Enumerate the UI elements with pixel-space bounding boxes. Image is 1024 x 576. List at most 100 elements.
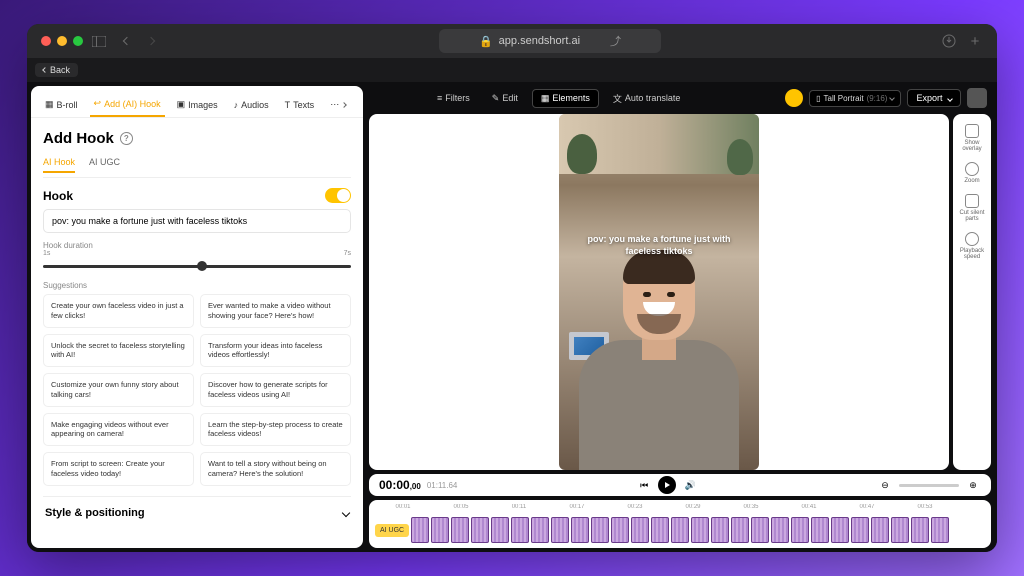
timeline-clip[interactable] bbox=[751, 517, 769, 543]
volume-button[interactable]: 🔊 bbox=[682, 477, 698, 493]
timeline-clip[interactable] bbox=[571, 517, 589, 543]
suggestion-item[interactable]: Transform your ideas into faceless video… bbox=[200, 334, 351, 368]
nav-forward-icon[interactable] bbox=[143, 33, 159, 49]
zoom-in-button[interactable]: ⊕ bbox=[965, 477, 981, 493]
nav-back-icon[interactable] bbox=[119, 33, 135, 49]
tab-add-hook[interactable]: ↩ Add (AI) Hook bbox=[90, 92, 165, 117]
play-icon bbox=[665, 482, 670, 488]
play-button[interactable] bbox=[658, 476, 676, 494]
show-overlay-tool[interactable]: Show overlay bbox=[955, 124, 989, 152]
timeline-clip[interactable] bbox=[511, 517, 529, 543]
auto-translate-button[interactable]: 文 Auto translate bbox=[605, 89, 689, 108]
timeline-clip[interactable] bbox=[851, 517, 869, 543]
toolbar: ≡ Filters ✎ Edit ▦ Elements 文 Auto trans… bbox=[369, 86, 991, 110]
duration-max: 7s bbox=[344, 250, 351, 257]
timeline-clip[interactable] bbox=[631, 517, 649, 543]
timeline-clip[interactable] bbox=[731, 517, 749, 543]
export-button[interactable]: Export bbox=[907, 89, 961, 107]
style-positioning-section[interactable]: Style & positioning bbox=[43, 496, 351, 529]
suggestion-item[interactable]: Customize your own funny story about tal… bbox=[43, 373, 194, 407]
timeline-clip[interactable] bbox=[531, 517, 549, 543]
timeline-clip[interactable] bbox=[591, 517, 609, 543]
timeline: 00:01 00:05 00:11 00:17 00:23 00:29 00:3… bbox=[369, 500, 991, 548]
elements-icon: ▦ bbox=[541, 93, 550, 104]
zoom-out-button[interactable]: ⊖ bbox=[877, 477, 893, 493]
tab-audios[interactable]: ♪ Audios bbox=[230, 92, 273, 117]
sidebar-toggle-icon[interactable] bbox=[91, 33, 107, 49]
hook-input[interactable] bbox=[43, 209, 351, 233]
preview-canvas[interactable]: pov: you make a fortune just with facele… bbox=[559, 114, 759, 470]
help-icon[interactable]: ? bbox=[120, 132, 133, 145]
download-icon[interactable] bbox=[941, 33, 957, 49]
images-icon: ▣ bbox=[177, 99, 186, 110]
timeline-clip[interactable] bbox=[651, 517, 669, 543]
duration-slider[interactable] bbox=[43, 261, 351, 273]
back-button[interactable]: Back bbox=[35, 63, 78, 77]
titlebar: 🔒 app.sendshort.ai ⤴ + bbox=[27, 24, 997, 58]
duration-label: Hook duration bbox=[43, 241, 351, 250]
timeline-clip[interactable] bbox=[471, 517, 489, 543]
timeline-clip[interactable] bbox=[891, 517, 909, 543]
new-tab-icon[interactable]: + bbox=[967, 33, 983, 49]
url-bar[interactable]: 🔒 app.sendshort.ai ⤴ bbox=[439, 29, 661, 53]
close-icon[interactable] bbox=[41, 36, 51, 46]
chevron-down-icon bbox=[947, 96, 953, 102]
timeline-clip[interactable] bbox=[771, 517, 789, 543]
panel-tabs: ▦ B-roll ↩ Add (AI) Hook ▣ Images ♪ Audi… bbox=[31, 86, 363, 118]
track-label[interactable]: AI UGC bbox=[375, 524, 409, 537]
timeline-ruler[interactable]: 00:01 00:05 00:11 00:17 00:23 00:29 00:3… bbox=[375, 504, 985, 514]
zoom-tool[interactable]: Zoom bbox=[964, 162, 979, 184]
credits-badge[interactable] bbox=[785, 89, 803, 107]
timeline-clip[interactable] bbox=[611, 517, 629, 543]
browser-window: 🔒 app.sendshort.ai ⤴ + Back ▦ bbox=[27, 24, 997, 552]
cut-silent-tool[interactable]: Cut silent parts bbox=[955, 194, 989, 222]
timeline-clip[interactable] bbox=[551, 517, 569, 543]
suggestion-item[interactable]: Learn the step-by-step process to create… bbox=[200, 413, 351, 447]
suggestions-grid: Create your own faceless video in just a… bbox=[43, 294, 351, 486]
zoom-slider[interactable] bbox=[899, 484, 959, 487]
filters-button[interactable]: ≡ Filters bbox=[429, 90, 478, 106]
scissors-icon bbox=[965, 194, 979, 208]
audio-icon: ♪ bbox=[234, 100, 239, 110]
tab-images[interactable]: ▣ Images bbox=[173, 92, 222, 117]
subtab-ai-hook[interactable]: AI Hook bbox=[43, 157, 75, 173]
timeline-clip[interactable] bbox=[871, 517, 889, 543]
timeline-track[interactable]: AI UGC bbox=[375, 516, 985, 544]
lock-icon: 🔒 bbox=[479, 35, 493, 48]
suggestion-item[interactable]: Discover how to generate scripts for fac… bbox=[200, 373, 351, 407]
timeline-clip[interactable] bbox=[811, 517, 829, 543]
right-tools: Show overlay Zoom Cut silent parts bbox=[953, 114, 991, 470]
suggestion-item[interactable]: From script to screen: Create your facel… bbox=[43, 452, 194, 486]
minimize-icon[interactable] bbox=[57, 36, 67, 46]
suggestion-item[interactable]: Make engaging videos without ever appear… bbox=[43, 413, 194, 447]
timeline-clip[interactable] bbox=[451, 517, 469, 543]
playback-speed-tool[interactable]: Playback speed bbox=[955, 232, 989, 260]
aspect-select[interactable]: ▯ Tall Portrait (9:16) bbox=[809, 90, 901, 107]
subtab-ai-ugc[interactable]: AI UGC bbox=[89, 157, 120, 173]
edit-button[interactable]: ✎ Edit bbox=[484, 90, 526, 107]
timeline-clip[interactable] bbox=[911, 517, 929, 543]
timeline-clip[interactable] bbox=[491, 517, 509, 543]
suggestion-item[interactable]: Unlock the secret to faceless storytelli… bbox=[43, 334, 194, 368]
user-avatar[interactable] bbox=[967, 88, 987, 108]
suggestion-item[interactable]: Create your own faceless video in just a… bbox=[43, 294, 194, 328]
maximize-icon[interactable] bbox=[73, 36, 83, 46]
tab-texts[interactable]: T Texts bbox=[281, 92, 319, 117]
tab-more[interactable]: ⋯ bbox=[326, 92, 350, 117]
hook-toggle[interactable] bbox=[325, 188, 351, 203]
tab-broll[interactable]: ▦ B-roll bbox=[41, 92, 82, 117]
chevron-down-icon bbox=[890, 95, 896, 101]
app-top: Back bbox=[27, 58, 997, 82]
timeline-clip[interactable] bbox=[791, 517, 809, 543]
timeline-clip[interactable] bbox=[431, 517, 449, 543]
elements-button[interactable]: ▦ Elements bbox=[532, 89, 599, 108]
suggestion-item[interactable]: Ever wanted to make a video without show… bbox=[200, 294, 351, 328]
timeline-clip[interactable] bbox=[711, 517, 729, 543]
suggestion-item[interactable]: Want to tell a story without being on ca… bbox=[200, 452, 351, 486]
prev-button[interactable]: ⏮ bbox=[636, 477, 652, 493]
timeline-clip[interactable] bbox=[691, 517, 709, 543]
timeline-clip[interactable] bbox=[831, 517, 849, 543]
timeline-clip[interactable] bbox=[671, 517, 689, 543]
timeline-clip[interactable] bbox=[411, 517, 429, 543]
timeline-clip[interactable] bbox=[931, 517, 949, 543]
